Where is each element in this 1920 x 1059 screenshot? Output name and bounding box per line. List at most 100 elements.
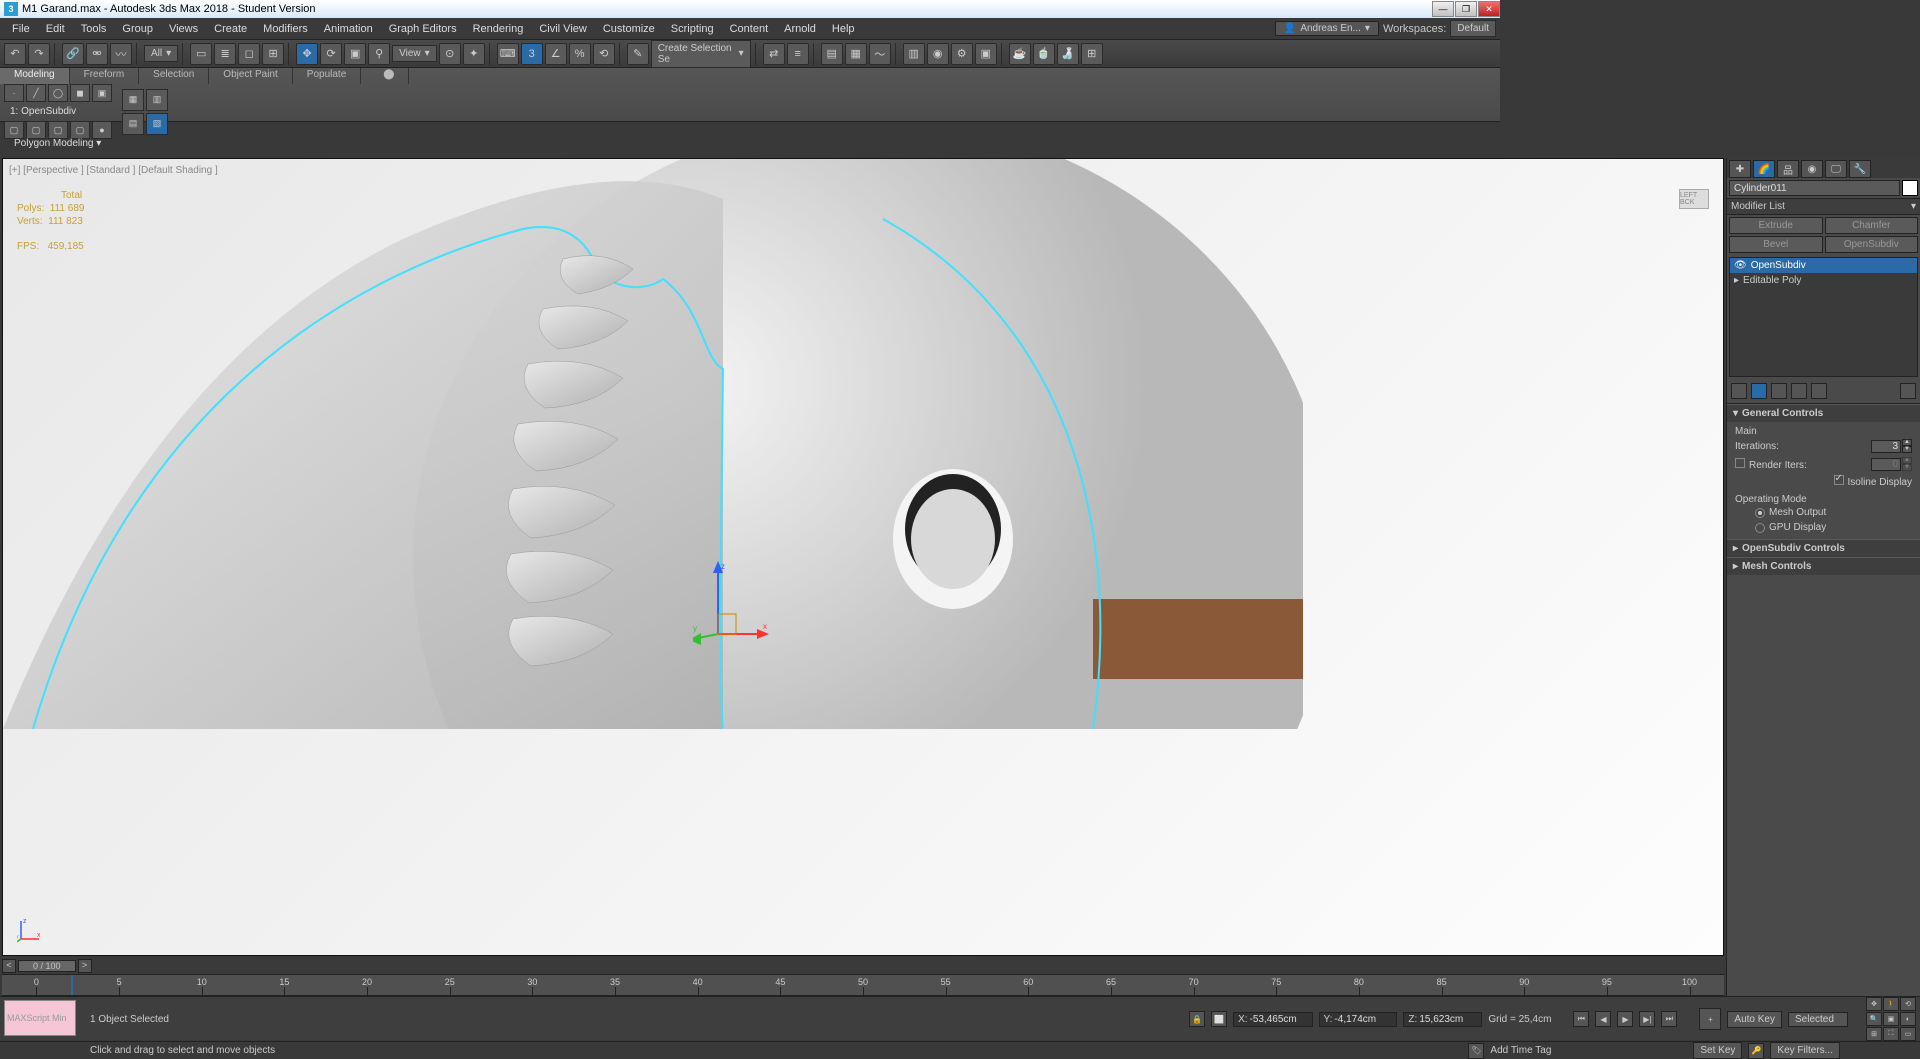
unlink-button[interactable]: ⚮: [86, 43, 108, 65]
nav-zoomext-icon[interactable]: ▣: [1883, 1012, 1899, 1026]
menu-rendering[interactable]: Rendering: [465, 21, 532, 37]
toggle-ribbon-button[interactable]: ▦: [845, 43, 867, 65]
curve-editor-button[interactable]: 〜: [869, 43, 891, 65]
nav-zoomall-icon[interactable]: ⊞: [1866, 1027, 1882, 1041]
menu-views[interactable]: Views: [161, 21, 206, 37]
add-time-tag[interactable]: Add Time Tag: [1490, 1045, 1551, 1056]
timeslider-handle[interactable]: 0 / 100: [18, 960, 76, 972]
play-button[interactable]: ▶: [1617, 1011, 1633, 1027]
edit-named-sel-button[interactable]: ✎: [627, 43, 649, 65]
menu-edit[interactable]: Edit: [38, 21, 73, 37]
bind-spacewarp-button[interactable]: 〰: [110, 43, 132, 65]
nav-fov-icon[interactable]: ◐: [1900, 1012, 1916, 1026]
menu-group[interactable]: Group: [114, 21, 161, 37]
ribbon-tab-freeform[interactable]: Freeform: [70, 68, 140, 84]
isolate-icon[interactable]: ⬜: [1211, 1011, 1227, 1027]
material-editor-button[interactable]: ◉: [927, 43, 949, 65]
spin-down-icon[interactable]: ▼: [1902, 446, 1912, 453]
ribbon-preview-button[interactable]: ▦: [122, 89, 144, 111]
modbtn-bevel[interactable]: Bevel: [1729, 236, 1823, 253]
maxscript-mini-listener[interactable]: MAXScript Min: [4, 1000, 76, 1036]
eye-icon[interactable]: 👁: [1734, 260, 1747, 271]
cmdtab-create[interactable]: ✚: [1729, 160, 1751, 178]
key-filters-selected[interactable]: Selected: [1788, 1012, 1848, 1027]
gpu-display-radio[interactable]: [1755, 523, 1765, 533]
stack-sets-button[interactable]: [1900, 383, 1916, 399]
ribbon-tab-populate[interactable]: Populate: [293, 68, 361, 84]
nav-min-icon[interactable]: ▭: [1900, 1027, 1916, 1041]
menu-animation[interactable]: Animation: [316, 21, 381, 37]
redo-button[interactable]: ↷: [28, 43, 50, 65]
use-pivot-button[interactable]: ⊙: [439, 43, 461, 65]
mesh-output-radio[interactable]: [1755, 508, 1765, 518]
ribbon-constraints-button[interactable]: ▥: [146, 89, 168, 111]
selection-filter-dropdown[interactable]: All ▾: [144, 45, 178, 62]
ribbon-tool-1[interactable]: ▢: [4, 121, 24, 139]
cmdtab-display[interactable]: 🖵: [1825, 160, 1847, 178]
autokey-button[interactable]: Auto Key: [1727, 1011, 1782, 1028]
menu-help[interactable]: Help: [824, 21, 863, 37]
rendered-frame-button[interactable]: ▣: [975, 43, 997, 65]
keyboard-shortcut-button[interactable]: ⌨: [497, 43, 519, 65]
menu-modifiers[interactable]: Modifiers: [255, 21, 316, 37]
render-online-button[interactable]: ⊞: [1081, 43, 1103, 65]
subobj-poly-button[interactable]: ◼: [70, 84, 90, 102]
keyfilters-button[interactable]: Key Filters...: [1770, 1042, 1840, 1059]
render-iterative-button[interactable]: 🍵: [1033, 43, 1055, 65]
select-object-button[interactable]: ▭: [190, 43, 212, 65]
viewport-nav-cluster[interactable]: ✥🚶⟲ 🔍▣◐ ⊞⛶▭: [1866, 997, 1916, 1041]
subobj-element-button[interactable]: ▣: [92, 84, 112, 102]
current-frame-indicator[interactable]: [71, 975, 73, 995]
modbtn-opensubdiv[interactable]: OpenSubdiv: [1825, 236, 1919, 253]
ribbon-tab-objectpaint[interactable]: Object Paint: [209, 68, 292, 84]
ribbon-tool-2[interactable]: ▢: [26, 121, 46, 139]
rollout-opensubdiv-controls[interactable]: ▸ OpenSubdiv Controls: [1727, 540, 1920, 557]
transform-gizmo[interactable]: z x y: [693, 559, 773, 652]
minimize-button[interactable]: —: [1432, 1, 1454, 17]
manipulate-button[interactable]: ✦: [463, 43, 485, 65]
stack-unique-button[interactable]: [1771, 383, 1787, 399]
next-frame-button[interactable]: ▶|: [1639, 1011, 1655, 1027]
cmdtab-utilities[interactable]: 🔧: [1849, 160, 1871, 178]
stack-configure-button[interactable]: [1811, 383, 1827, 399]
cmdtab-modify[interactable]: 🌈: [1753, 160, 1775, 178]
select-move-button[interactable]: ✥: [296, 43, 318, 65]
nav-max-icon[interactable]: ⛶: [1883, 1027, 1899, 1041]
stack-item-opensubdiv[interactable]: 👁OpenSubdiv: [1730, 258, 1917, 273]
set-key-big-button[interactable]: +: [1699, 1008, 1721, 1030]
restore-button[interactable]: ❐: [1455, 1, 1477, 17]
subobj-vertex-button[interactable]: ·: [4, 84, 24, 102]
render-activeshade-button[interactable]: 🍶: [1057, 43, 1079, 65]
prev-frame-button[interactable]: ◀: [1595, 1011, 1611, 1027]
window-crossing-button[interactable]: ⊞: [262, 43, 284, 65]
close-button[interactable]: ✕: [1478, 1, 1500, 17]
rollout-general-controls[interactable]: ▾ General Controls: [1727, 405, 1920, 422]
ribbon-soft-button[interactable]: ▧: [146, 113, 168, 135]
layer-explorer-button[interactable]: ▤: [821, 43, 843, 65]
spinner-snap-button[interactable]: ⟲: [593, 43, 615, 65]
menu-scripting[interactable]: Scripting: [663, 21, 722, 37]
modbtn-extrude[interactable]: Extrude: [1729, 217, 1823, 234]
stack-remove-button[interactable]: [1791, 383, 1807, 399]
select-scale-button[interactable]: ▣: [344, 43, 366, 65]
ribbon-tab-toggle[interactable]: ⬤: [369, 68, 409, 84]
spin-up-icon[interactable]: ▲: [1902, 439, 1912, 446]
object-name-input[interactable]: [1729, 180, 1900, 196]
render-iters-spinner[interactable]: ▲▼: [1871, 457, 1912, 471]
stack-pin-button[interactable]: [1731, 383, 1747, 399]
coord-x[interactable]: X:: [1233, 1012, 1312, 1027]
viewport[interactable]: [+] [Perspective ] [Standard ] [Default …: [2, 158, 1724, 956]
modbtn-chamfer[interactable]: Chamfer: [1825, 217, 1919, 234]
object-color-swatch[interactable]: [1902, 180, 1918, 196]
iterations-spinner[interactable]: ▲▼: [1871, 439, 1912, 453]
align-button[interactable]: ≡: [787, 43, 809, 65]
signed-in-user[interactable]: 👤Andreas En... ▾: [1275, 21, 1379, 36]
ribbon-edit-button[interactable]: ▤: [122, 113, 144, 135]
menu-content[interactable]: Content: [722, 21, 777, 37]
percent-snap-button[interactable]: %: [569, 43, 591, 65]
menu-create[interactable]: Create: [206, 21, 255, 37]
polygon-modeling-label[interactable]: Polygon Modeling ▾: [14, 138, 101, 149]
modifier-list-dropdown[interactable]: Modifier List ▾: [1727, 198, 1920, 215]
rectangular-select-button[interactable]: ◻: [238, 43, 260, 65]
render-production-button[interactable]: ☕: [1009, 43, 1031, 65]
